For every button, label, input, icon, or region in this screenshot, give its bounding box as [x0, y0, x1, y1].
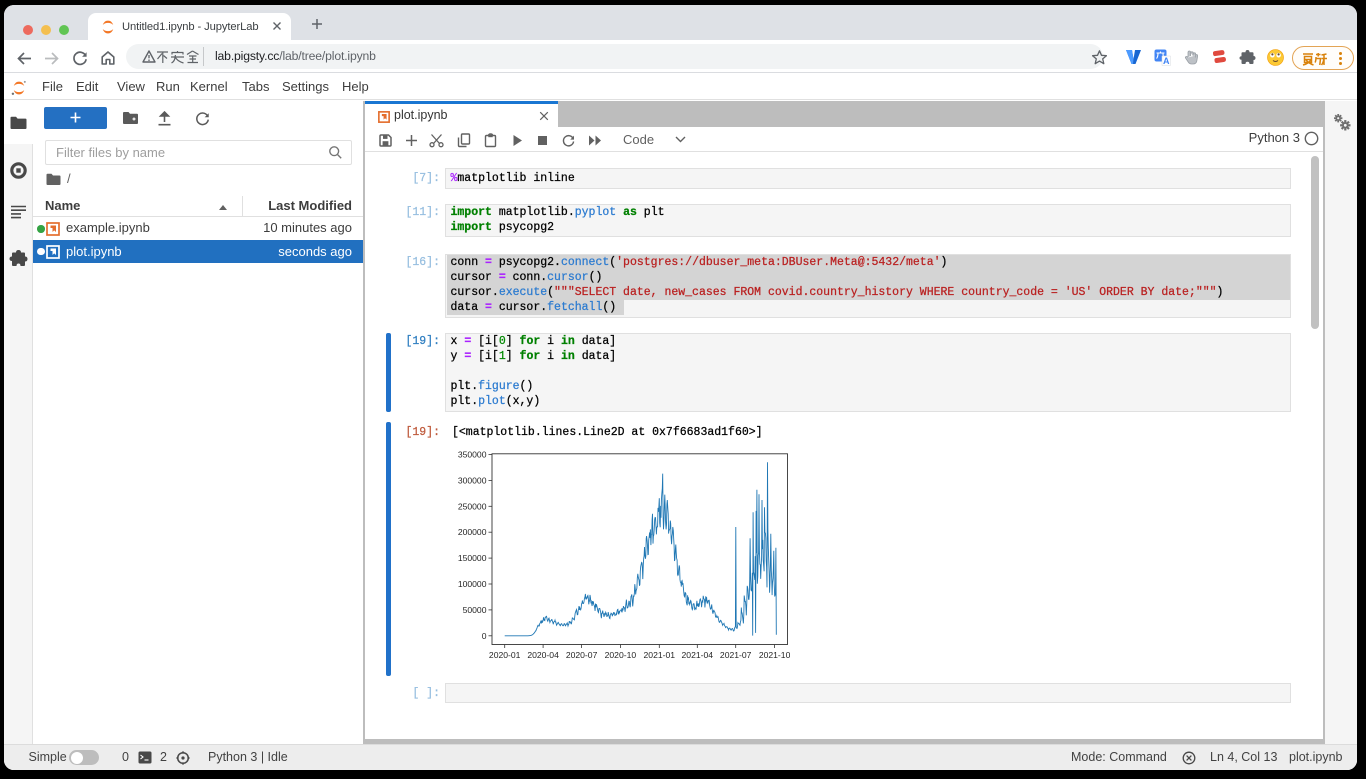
- svg-text:200000: 200000: [458, 527, 487, 537]
- svg-text:150000: 150000: [458, 553, 487, 563]
- svg-text:2021-10: 2021-10: [759, 650, 790, 660]
- svg-text:300000: 300000: [458, 475, 487, 485]
- svg-text:2020-07: 2020-07: [566, 650, 598, 660]
- svg-text:2020-01: 2020-01: [489, 650, 521, 660]
- svg-text:2021-01: 2021-01: [644, 650, 676, 660]
- svg-text:50000: 50000: [463, 604, 487, 614]
- svg-text:2021-07: 2021-07: [720, 650, 752, 660]
- svg-text:A: A: [1163, 56, 1170, 66]
- svg-text:0: 0: [482, 630, 487, 640]
- svg-text:100000: 100000: [458, 579, 487, 589]
- svg-text:2020-10: 2020-10: [605, 650, 637, 660]
- svg-text:2020-04: 2020-04: [527, 650, 559, 660]
- svg-text:2021-04: 2021-04: [682, 650, 714, 660]
- svg-text:250000: 250000: [458, 501, 487, 511]
- svg-text:350000: 350000: [458, 449, 487, 459]
